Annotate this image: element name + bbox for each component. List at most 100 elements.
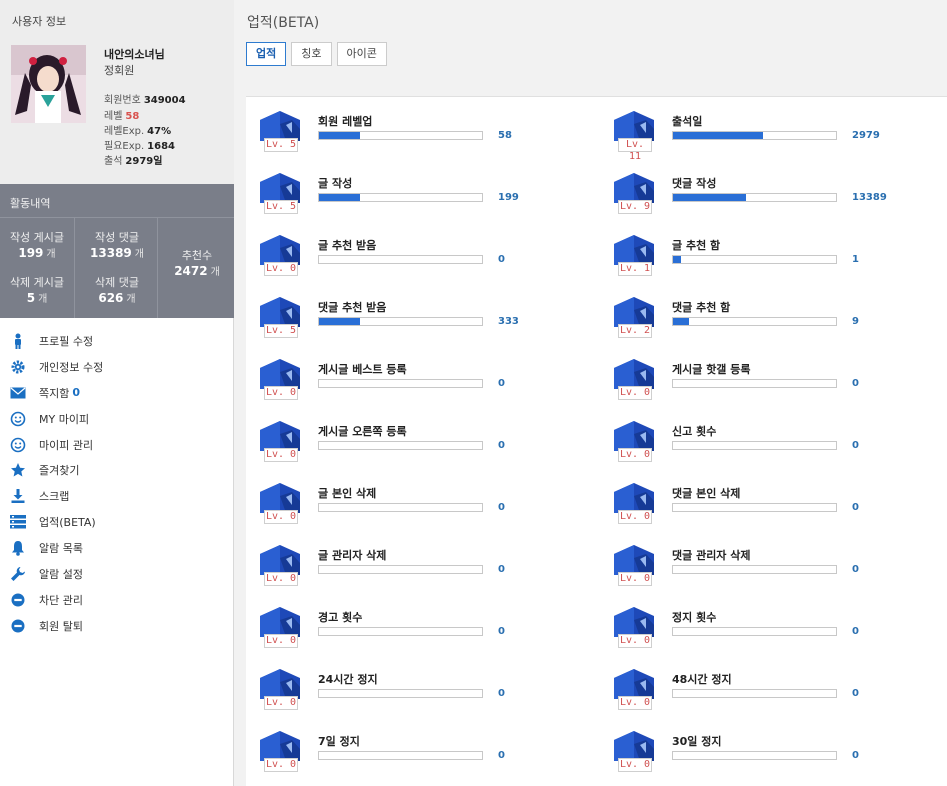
achievement-progress-fill <box>673 318 690 325</box>
achievement-value: 0 <box>852 378 859 389</box>
achievement-item: Lv. 0 신고 횟수 0 <box>600 411 930 467</box>
achievement-item: Lv. 0 글 본인 삭제 0 <box>246 473 576 529</box>
achievement-name: 글 작성 <box>318 177 353 190</box>
achievement-progress-bar <box>318 131 483 140</box>
menu-item-1[interactable]: 개인정보 수정 <box>0 354 234 380</box>
achievement-name: 30일 정지 <box>672 735 722 748</box>
menu-item-label: 회원 탈퇴 <box>39 619 83 633</box>
achievement-badge-icon: Lv. 11 <box>612 111 656 162</box>
mail-icon <box>10 385 26 401</box>
menu-item-11[interactable]: 회원 탈퇴 <box>0 613 234 639</box>
menu-item-label: 개인정보 수정 <box>39 360 104 374</box>
achievement-name: 회원 레벨업 <box>318 115 373 128</box>
achievement-badge-icon: Lv. 1 <box>612 235 656 279</box>
achievement-level: Lv. 0 <box>264 634 298 648</box>
achievement-item: Lv. 0 30일 정지 0 <box>600 721 930 777</box>
tab-titles[interactable]: 칭호 <box>291 42 332 66</box>
star-icon <box>10 462 26 478</box>
activity-posts: 작성 게시글 199 개 <box>9 231 65 260</box>
achievement-item: Lv. 0 글 추천 받음 0 <box>246 225 576 281</box>
achievement-item: Lv. 5 글 작성 199 <box>246 163 576 219</box>
achievement-level: Lv. 0 <box>618 758 652 772</box>
download-icon <box>10 488 26 504</box>
achievement-level: Lv. 0 <box>264 386 298 400</box>
achievement-badge-icon: Lv. 0 <box>258 421 302 465</box>
menu-item-7[interactable]: 업적(BETA) <box>0 509 234 535</box>
activity-deleted-posts: 삭제 게시글 5개 <box>9 276 65 305</box>
achievement-item: Lv. 0 댓글 관리자 삭제 0 <box>600 535 930 591</box>
achievement-level: Lv. 0 <box>618 696 652 710</box>
achievement-item: Lv. 0 게시글 오른쪽 등록 0 <box>246 411 576 467</box>
menu-item-5[interactable]: 즐겨찾기 <box>0 457 234 483</box>
achievement-level: Lv. 5 <box>264 138 298 152</box>
achievement-value: 2979 <box>852 130 880 141</box>
achievement-value: 13389 <box>852 192 887 203</box>
achievement-badge-icon: Lv. 5 <box>258 173 302 217</box>
wrench-icon <box>10 566 26 582</box>
achievement-level: Lv. 0 <box>264 262 298 276</box>
achievement-progress-bar <box>318 627 483 636</box>
achievement-value: 0 <box>498 688 505 699</box>
smiley-icon <box>10 437 26 453</box>
achievement-item: Lv. 0 7일 정지 0 <box>246 721 576 777</box>
menu-item-9[interactable]: 알람 설정 <box>0 561 234 587</box>
user-info-box: 사용자 정보 내안의소녀님 정회원 회원번호 349004 레벨 58 레벨Exp.… <box>0 0 234 184</box>
achievement-name: 7일 정지 <box>318 735 360 748</box>
page-title: 업적(BETA) <box>247 15 320 31</box>
achievement-progress-bar <box>672 503 837 512</box>
achievement-progress-bar <box>318 565 483 574</box>
avatar <box>11 45 86 123</box>
achievement-name: 글 추천 받음 <box>318 239 377 252</box>
menu-item-10[interactable]: 차단 관리 <box>0 587 234 613</box>
activity-box: 활동내역 작성 게시글 199 개 작성 댓글 13389 개 삭제 게시글 5개 … <box>0 184 234 318</box>
menu-item-8[interactable]: 알람 목록 <box>0 535 234 561</box>
achievement-item: Lv. 0 48시간 정지 0 <box>600 659 930 715</box>
menu-item-label: MY 마이피 <box>39 412 90 426</box>
achievement-progress-bar <box>672 441 837 450</box>
achievement-level: Lv. 0 <box>264 696 298 710</box>
achievement-level: Lv. 1 <box>618 262 652 276</box>
stat-level: 레벨 58 <box>104 111 140 122</box>
achievement-name: 댓글 추천 함 <box>672 301 731 314</box>
message-count-badge: 0 <box>72 386 81 400</box>
menu-item-3[interactable]: MY 마이피 <box>0 406 234 432</box>
menu-item-label: 알람 목록 <box>39 542 83 556</box>
achievement-name: 게시글 핫갤 등록 <box>672 363 751 376</box>
achievement-item: Lv. 2 댓글 추천 함 9 <box>600 287 930 343</box>
achievement-item: Lv. 5 댓글 추천 받음 333 <box>246 287 576 343</box>
menu-item-label: 차단 관리 <box>39 593 83 607</box>
achievement-progress-fill <box>319 194 360 201</box>
achievement-item: Lv. 0 경고 횟수 0 <box>246 597 576 653</box>
achievement-name: 24시간 정지 <box>318 673 378 686</box>
achievement-progress-bar <box>318 193 483 202</box>
menu-item-6[interactable]: 스크랩 <box>0 483 234 509</box>
achievement-badge-icon: Lv. 0 <box>258 359 302 403</box>
tab-achievements[interactable]: 업적 <box>246 42 287 66</box>
menu-item-4[interactable]: 마이피 관리 <box>0 432 234 458</box>
menu-item-0[interactable]: 프로필 수정 <box>0 328 234 354</box>
user-info-header: 사용자 정보 <box>12 15 67 28</box>
achievement-badge-icon: Lv. 0 <box>258 669 302 713</box>
menu-item-2[interactable]: 쪽지함 0 <box>0 380 234 406</box>
activity-title: 활동내역 <box>10 197 51 210</box>
menu-item-label: 쪽지함 <box>39 386 70 400</box>
achievement-value: 0 <box>852 564 859 575</box>
achievement-progress-bar <box>672 317 837 326</box>
achievement-badge-icon: Lv. 2 <box>612 297 656 341</box>
achievement-level: Lv. 11 <box>618 138 652 162</box>
achievement-progress-bar <box>672 751 837 760</box>
achievement-name: 댓글 본인 삭제 <box>672 487 741 500</box>
achievement-badge-icon: Lv. 0 <box>258 483 302 527</box>
achievement-value: 0 <box>498 750 505 761</box>
achievement-value: 0 <box>852 688 859 699</box>
minus-circle-icon <box>10 592 26 608</box>
achievement-progress-bar <box>672 131 837 140</box>
tab-icons[interactable]: 아이콘 <box>336 42 387 66</box>
nickname: 내안의소녀님 <box>104 48 165 61</box>
achievement-value: 0 <box>498 440 505 451</box>
achievement-value: 58 <box>498 130 512 141</box>
person-icon <box>10 333 26 349</box>
menu-item-label: 즐겨찾기 <box>39 464 80 478</box>
achievement-value: 0 <box>498 626 505 637</box>
achievement-item: Lv. 0 게시글 베스트 등록 0 <box>246 349 576 405</box>
